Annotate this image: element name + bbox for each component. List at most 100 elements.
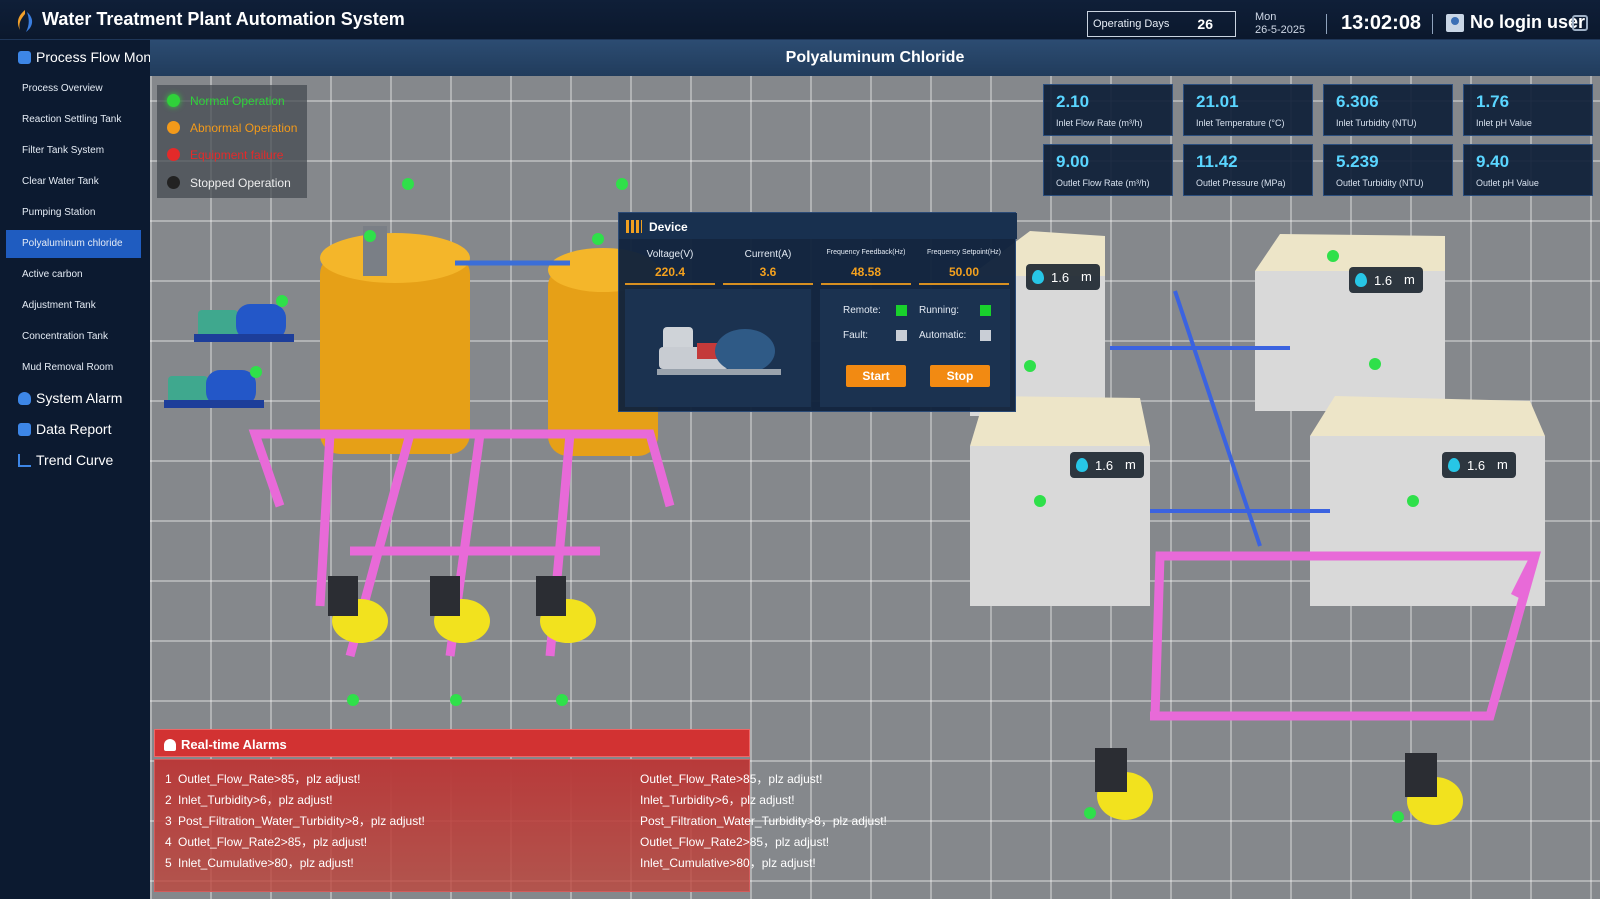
- settings-icon[interactable]: [1572, 15, 1588, 31]
- metric-label: Inlet pH Value: [1476, 118, 1532, 128]
- operating-days-value: 26: [1197, 16, 1213, 32]
- dosing-pump[interactable]: [536, 576, 596, 643]
- operating-days-label: Operating Days: [1093, 18, 1170, 30]
- device-voltage: Voltage(V) 220.4: [625, 245, 715, 285]
- metric-value: 1.76: [1476, 92, 1510, 111]
- sidebar-data-report[interactable]: Data Report: [0, 415, 150, 445]
- transfer-pump[interactable]: [194, 304, 294, 342]
- user-icon[interactable]: [1446, 14, 1464, 32]
- water-drop-icon: [1448, 458, 1460, 472]
- tank-level-value: 1.6: [1051, 270, 1070, 285]
- page-title: Polyaluminum Chloride: [785, 49, 965, 66]
- sidebar-item-reaction-settling-tank[interactable]: Reaction Settling Tank: [6, 106, 141, 134]
- sidebar-item-mud-removal-room[interactable]: Mud Removal Room: [6, 354, 141, 382]
- sidebar-item-label: Reaction Settling Tank: [22, 114, 122, 125]
- tank-level-unit: m: [1081, 269, 1092, 284]
- sidebar: Process Flow Mon Process Overview Reacti…: [0, 40, 150, 899]
- logo-icon: [17, 10, 33, 32]
- status-dot: [167, 121, 180, 134]
- metric-value: 9.00: [1056, 152, 1090, 171]
- alarm-scroll-text: Inlet_Turbidity>6，plz adjust!: [640, 793, 795, 807]
- device-bars-icon: [626, 220, 642, 233]
- sidebar-item-label: Filter Tank System: [22, 145, 105, 156]
- device-frequency-setpoint: Frequency Setpoint(Hz) 50.00: [919, 245, 1009, 285]
- automatic-indicator: [980, 330, 991, 341]
- metric-outlet-turbidity: 5.239 Outlet Turbidity (NTU): [1323, 144, 1453, 196]
- alarm-scroll-text: Outlet_Flow_Rate>85，plz adjust!: [640, 772, 823, 786]
- device-title: Device: [649, 220, 688, 234]
- sidebar-trend-curve-label: Trend Curve: [36, 452, 114, 468]
- dosing-tank[interactable]: [970, 396, 1150, 606]
- metric-value: 11.42: [1196, 152, 1238, 171]
- device-frequency-setpoint-label: Frequency Setpoint(Hz): [927, 249, 1001, 256]
- main-scene: Polyaluminum Chloride 1.6 m 1.6 m 1.6 m …: [150, 40, 1600, 899]
- sidebar-item-clear-water-tank[interactable]: Clear Water Tank: [6, 168, 141, 196]
- remote-label: Remote:: [843, 305, 881, 316]
- operating-days-box: Operating Days 26: [1087, 11, 1236, 37]
- sidebar-item-filter-tank-system[interactable]: Filter Tank System: [6, 137, 141, 165]
- tank-level-badge: 1.6 m: [1442, 452, 1516, 478]
- sidebar-item-label: Adjustment Tank: [22, 300, 96, 311]
- tank-level-badge: 1.6 m: [1349, 267, 1423, 293]
- sidebar-item-adjustment-tank[interactable]: Adjustment Tank: [6, 292, 141, 320]
- alarm-number: 5: [165, 856, 172, 870]
- legend-label: Abnormal Operation: [190, 121, 298, 135]
- start-button[interactable]: Start: [846, 365, 906, 387]
- alarm-text: Outlet_Flow_Rate>85，plz adjust!: [178, 772, 361, 786]
- dosing-tank[interactable]: [1310, 396, 1545, 606]
- alarm-scroll-text: Inlet_Cumulative>80，plz adjust!: [640, 856, 816, 870]
- alarm-text: Outlet_Flow_Rate2>85，plz adjust!: [178, 835, 368, 849]
- storage-tank[interactable]: [320, 226, 470, 454]
- transfer-pump[interactable]: [164, 370, 264, 408]
- metric-label: Inlet Flow Rate (m³/h): [1056, 118, 1143, 128]
- running-label: Running:: [919, 305, 960, 316]
- alarm-number: 4: [165, 835, 172, 849]
- device-current: Current(A) 3.6: [723, 245, 813, 285]
- automatic-label: Automatic:: [919, 330, 967, 341]
- tank-level-value: 1.6: [1095, 458, 1114, 473]
- metric-value: 6.306: [1336, 92, 1379, 111]
- device-current-value: 3.6: [759, 265, 777, 279]
- sidebar-item-polyaluminum-chloride[interactable]: Polyaluminum chloride: [6, 230, 141, 258]
- device-voltage-value: 220.4: [654, 265, 686, 279]
- user-label[interactable]: No login user: [1470, 12, 1585, 33]
- sidebar-item-active-carbon[interactable]: Active carbon: [6, 261, 141, 289]
- metric-outlet-ph: 9.40 Outlet pH Value: [1463, 144, 1593, 196]
- metric-inlet-temperature: 21.01 Inlet Temperature (°C): [1183, 84, 1313, 136]
- process-flow-icon: [18, 51, 31, 64]
- dosing-pump[interactable]: [1095, 748, 1153, 820]
- metric-inlet-turbidity: 6.306 Inlet Turbidity (NTU): [1323, 84, 1453, 136]
- sidebar-trend-curve[interactable]: Trend Curve: [0, 446, 150, 476]
- shield-icon: [18, 392, 31, 405]
- sidebar-item-process-overview[interactable]: Process Overview: [6, 75, 141, 103]
- device-current-label: Current(A): [744, 249, 792, 260]
- status-dot: [167, 148, 180, 161]
- metric-inlet-flow: 2.10 Inlet Flow Rate (m³/h): [1043, 84, 1173, 136]
- dosing-pump[interactable]: [430, 576, 490, 643]
- dosing-tank[interactable]: [1255, 234, 1445, 411]
- trend-chart-icon: [18, 454, 31, 467]
- alarm-scroll-text: Outlet_Flow_Rate2>85，plz adjust!: [640, 835, 830, 849]
- app-root: Water Treatment Plant Automation System …: [0, 0, 1600, 899]
- tank-level-value: 1.6: [1467, 458, 1486, 473]
- sidebar-item-label: Polyaluminum chloride: [22, 238, 123, 249]
- date: 26-5-2025: [1255, 24, 1306, 36]
- sidebar-process-flow[interactable]: Process Flow Mon: [0, 43, 150, 73]
- alarms-header: Real-time Alarms: [154, 729, 750, 757]
- alarm-scroll-text: Post_Filtration_Water_Turbidity>8，plz ad…: [640, 814, 887, 828]
- device-frequency-feedback-label: Frequency Feedback(Hz): [826, 249, 906, 256]
- stop-button[interactable]: Stop: [930, 365, 990, 387]
- alarm-number: 1: [165, 772, 172, 786]
- sidebar-system-alarm[interactable]: System Alarm: [0, 384, 150, 414]
- pump-motor-icon: [657, 327, 781, 375]
- sidebar-item-concentration-tank[interactable]: Concentration Tank: [6, 323, 141, 351]
- sidebar-item-pumping-station[interactable]: Pumping Station: [6, 199, 141, 227]
- top-bar: Water Treatment Plant Automation System …: [0, 0, 1600, 40]
- alarm-row: 1 Outlet_Flow_Rate>85，plz adjust!: [165, 770, 360, 787]
- metric-outlet-pressure: 11.42 Outlet Pressure (MPa): [1183, 144, 1313, 196]
- dosing-pump[interactable]: [328, 576, 388, 643]
- dosing-pump[interactable]: [1405, 753, 1463, 825]
- metric-label: Outlet Flow Rate (m³/h): [1056, 178, 1150, 188]
- status-legend: Normal Operation Abnormal Operation Equi…: [157, 85, 307, 198]
- remote-indicator: [896, 305, 907, 316]
